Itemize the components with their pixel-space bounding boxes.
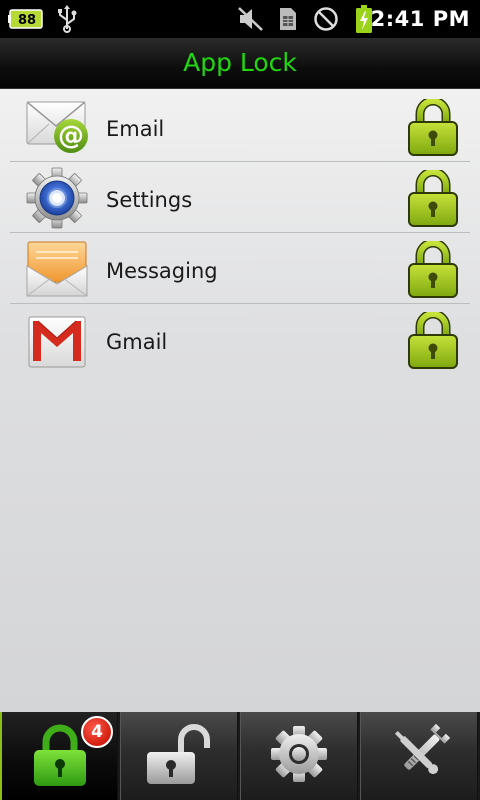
- lock-toggle-icon[interactable]: [406, 241, 460, 299]
- tab-settings[interactable]: [240, 712, 358, 800]
- app-label: Messaging: [106, 259, 218, 283]
- app-list: @ Email Settings Messaging Gmail: [0, 89, 480, 712]
- lock-toggle-icon[interactable]: [406, 170, 460, 228]
- app-label: Gmail: [106, 330, 168, 354]
- lock-toggle-icon[interactable]: [406, 99, 460, 157]
- gmail-icon: [28, 316, 86, 368]
- app-row-settings[interactable]: Settings: [0, 162, 480, 233]
- email-icon: @: [26, 101, 88, 153]
- tools-icon: [394, 723, 450, 775]
- page-title: App Lock: [183, 48, 297, 77]
- sim-card-icon: [280, 8, 296, 30]
- tab-tools[interactable]: [360, 712, 478, 800]
- app-label: Settings: [106, 188, 193, 212]
- tab-unlocked-apps[interactable]: [120, 712, 238, 800]
- unlocked-padlock-icon: [147, 724, 210, 784]
- status-bar: 88 2:41 PM: [0, 0, 480, 38]
- app-screen: 88 2:41 PM App Lock @ Email Settings Mes…: [0, 0, 480, 800]
- messaging-icon: [26, 241, 88, 297]
- app-row-gmail[interactable]: Gmail: [0, 304, 480, 375]
- no-signal-icon: [314, 7, 338, 31]
- settings-icon: [26, 167, 88, 229]
- battery-icon: 88: [8, 9, 43, 29]
- charging-battery-icon: [356, 5, 372, 33]
- app-label: Email: [106, 117, 165, 141]
- clock: 2:41 PM: [370, 7, 470, 31]
- tab-locked-apps[interactable]: 4: [0, 712, 118, 800]
- usb-icon: [58, 5, 77, 33]
- bottom-tab-bar: 4: [0, 712, 480, 800]
- gear-icon: [271, 726, 327, 782]
- mute-icon: [238, 7, 263, 31]
- locked-count-badge: 4: [81, 716, 113, 748]
- svg-text:@: @: [58, 121, 84, 151]
- title-bar: App Lock: [0, 38, 480, 89]
- app-row-email[interactable]: @ Email: [0, 91, 480, 162]
- battery-level-text: 88: [18, 13, 36, 28]
- lock-toggle-icon[interactable]: [406, 312, 460, 370]
- app-row-messaging[interactable]: Messaging: [0, 233, 480, 304]
